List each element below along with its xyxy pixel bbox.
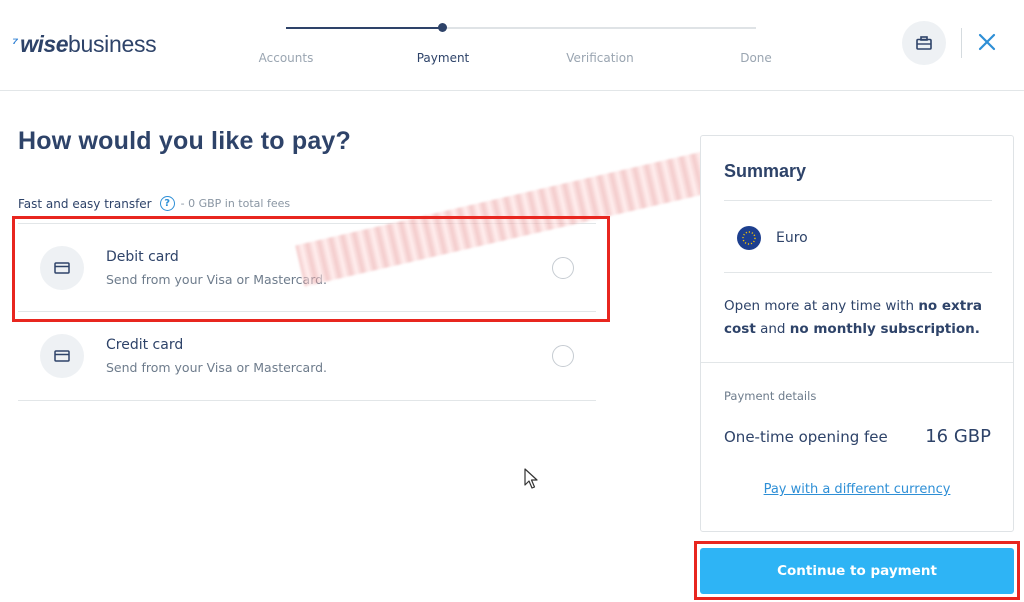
option-subtitle: Send from your Visa or Mastercard. bbox=[106, 272, 328, 287]
section-fees: - 0 GBP in total fees bbox=[180, 197, 291, 210]
opening-fee-label: One-time opening fee bbox=[724, 428, 888, 446]
stepper-progress bbox=[286, 27, 443, 29]
progress-stepper: Accounts Payment Verification Done bbox=[259, 23, 772, 73]
opening-fee-value: 16 GBP bbox=[925, 426, 991, 447]
info-text-bold: no monthly subscription. bbox=[789, 321, 980, 337]
close-button[interactable] bbox=[974, 29, 1000, 55]
currency-label: Euro bbox=[776, 230, 808, 246]
summary-section-divider bbox=[701, 362, 1013, 363]
mouse-cursor-icon bbox=[524, 468, 538, 489]
logo-business-text: business bbox=[68, 30, 157, 57]
eu-flag-icon bbox=[737, 226, 761, 250]
stepper-current-dot bbox=[438, 23, 447, 32]
close-icon bbox=[978, 33, 996, 51]
card-icon bbox=[54, 350, 70, 362]
step-payment: Payment bbox=[416, 51, 470, 65]
wise-business-logo[interactable]: ⁷ wise business bbox=[12, 30, 157, 57]
info-text-part: Open more at any time with bbox=[724, 298, 919, 314]
payment-details-label: Payment details bbox=[724, 389, 817, 403]
radio-credit-card[interactable] bbox=[552, 345, 574, 367]
summary-title: Summary bbox=[724, 161, 807, 181]
step-verification: Verification bbox=[566, 51, 634, 65]
option-title: Debit card bbox=[106, 249, 179, 265]
summary-panel: Summary Euro Open more at any time with … bbox=[700, 135, 1014, 532]
transfer-section-label: Fast and easy transfer ? - 0 GBP in tota… bbox=[18, 196, 290, 211]
step-done: Done bbox=[740, 51, 772, 65]
summary-divider bbox=[724, 272, 992, 273]
help-icon[interactable]: ? bbox=[159, 196, 175, 211]
card-icon-wrapper bbox=[40, 334, 84, 378]
radio-debit-card[interactable] bbox=[552, 257, 574, 279]
section-label-text: Fast and easy transfer bbox=[18, 196, 152, 211]
summary-divider bbox=[724, 200, 992, 201]
card-icon-wrapper bbox=[40, 246, 84, 290]
top-header: ⁷ wise business Accounts Payment Verific… bbox=[0, 0, 1024, 91]
option-subtitle: Send from your Visa or Mastercard. bbox=[106, 360, 328, 375]
briefcase-icon bbox=[916, 36, 932, 50]
continue-to-payment-button[interactable]: Continue to payment bbox=[700, 548, 1014, 594]
info-text-part: and bbox=[755, 321, 790, 337]
step-accounts: Accounts bbox=[258, 51, 314, 65]
logo-wise-text: wise bbox=[20, 30, 68, 57]
option-title: Credit card bbox=[106, 337, 184, 353]
pay-different-currency-link[interactable]: Pay with a different currency bbox=[701, 482, 1013, 497]
summary-info-text: Open more at any time with no extra cost… bbox=[724, 295, 994, 341]
header-divider bbox=[961, 28, 962, 58]
payment-option-credit-card[interactable]: Credit card Send from your Visa or Maste… bbox=[18, 312, 596, 401]
wise-flag-icon: ⁷ bbox=[12, 35, 19, 52]
business-profile-button[interactable] bbox=[902, 21, 946, 65]
page-title: How would you like to pay? bbox=[18, 127, 351, 155]
card-icon bbox=[54, 262, 70, 274]
